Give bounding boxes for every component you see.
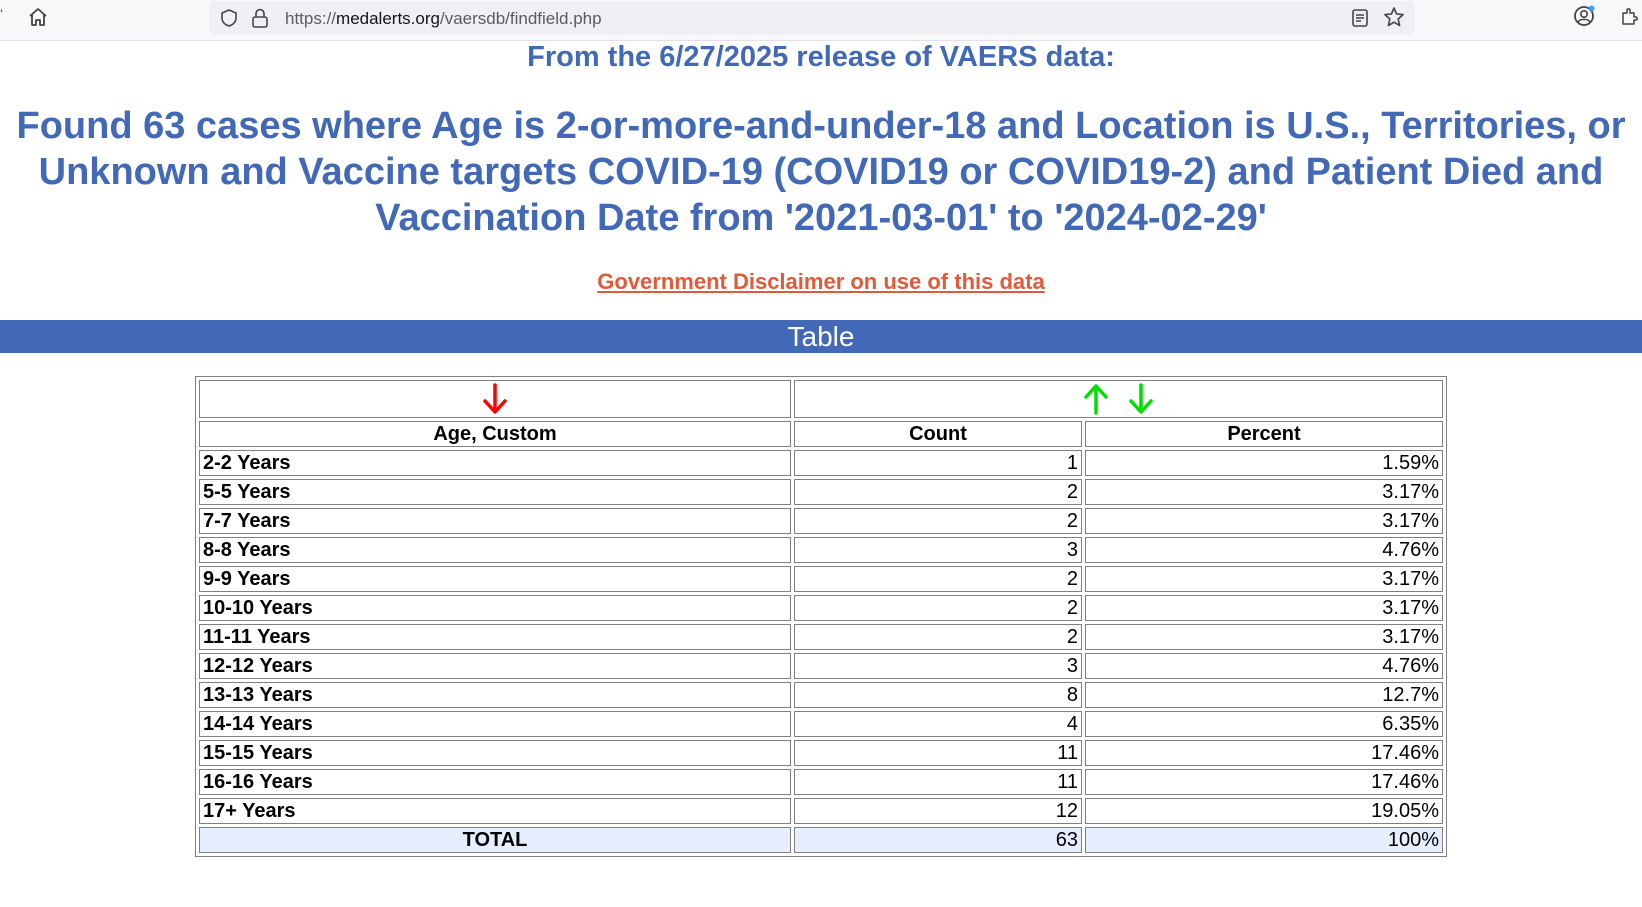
table-row: 2-2 Years 1 1.59% [199, 450, 1443, 476]
age-cell: 13-13 Years [199, 682, 791, 708]
percent-cell: 3.17% [1085, 508, 1443, 534]
sidebar-edge-icon[interactable]: ʻ [0, 6, 3, 22]
percent-cell: 17.46% [1085, 769, 1443, 795]
column-header-age: Age, Custom [199, 421, 791, 447]
percent-cell: 3.17% [1085, 479, 1443, 505]
count-cell: 2 [794, 508, 1082, 534]
lock-icon[interactable] [251, 7, 269, 29]
browser-toolbar: ʻ https://medalerts.org/vaersdb/findfiel… [0, 0, 1642, 41]
total-label: TOTAL [199, 827, 791, 853]
url-text: https://medalerts.org/vaersdb/findfield.… [285, 9, 602, 28]
total-count: 63 [794, 827, 1082, 853]
total-row: TOTAL 63 100% [199, 827, 1443, 853]
table-body: 2-2 Years 1 1.59% 5-5 Years 2 3.17% 7-7 Years 2… [199, 450, 1443, 824]
percent-cell: 4.76% [1085, 537, 1443, 563]
age-cell: 10-10 Years [199, 595, 791, 621]
age-cell: 17+ Years [199, 798, 791, 824]
percent-cell: 3.17% [1085, 566, 1443, 592]
table-row: 9-9 Years 2 3.17% [199, 566, 1443, 592]
total-percent: 100% [1085, 827, 1443, 853]
results-table: Age, Custom Count Percent 2-2 Years 1 1.59… [195, 376, 1447, 857]
table-row: 11-11 Years 2 3.17% [199, 624, 1443, 650]
table-header-row: Age, Custom Count Percent [199, 421, 1443, 447]
count-cell: 8 [794, 682, 1082, 708]
age-cell: 16-16 Years [199, 769, 791, 795]
count-cell: 11 [794, 769, 1082, 795]
percent-cell: 17.46% [1085, 740, 1443, 766]
table-row: 7-7 Years 2 3.17% [199, 508, 1443, 534]
shield-icon[interactable] [219, 8, 239, 28]
percent-cell: 4.76% [1085, 653, 1443, 679]
table-row: 15-15 Years 11 17.46% [199, 740, 1443, 766]
count-cell: 2 [794, 624, 1082, 650]
count-cell: 3 [794, 653, 1082, 679]
age-cell: 7-7 Years [199, 508, 791, 534]
account-icon[interactable] [1572, 4, 1596, 28]
results-summary-heading: Found 63 cases where Age is 2-or-more-an… [16, 105, 1626, 239]
count-cell: 2 [794, 595, 1082, 621]
table-section-band: Table [0, 320, 1642, 353]
table-row: 17+ Years 12 19.05% [199, 798, 1443, 824]
count-cell: 4 [794, 711, 1082, 737]
count-cell: 1 [794, 450, 1082, 476]
release-heading: From the 6/27/2025 release of VAERS data… [527, 41, 1115, 73]
column-header-percent: Percent [1085, 421, 1443, 447]
extensions-icon[interactable] [1620, 6, 1640, 26]
table-row: 16-16 Years 11 17.46% [199, 769, 1443, 795]
age-cell: 2-2 Years [199, 450, 791, 476]
table-row: 8-8 Years 3 4.76% [199, 537, 1443, 563]
sort-descending-arrow-icon[interactable] [482, 382, 508, 416]
percent-cell: 1.59% [1085, 450, 1443, 476]
percent-cell: 3.17% [1085, 624, 1443, 650]
age-cell: 5-5 Years [199, 479, 791, 505]
sort-descending-arrow-icon[interactable] [1128, 382, 1154, 416]
table-row: 12-12 Years 3 4.76% [199, 653, 1443, 679]
percent-cell: 6.35% [1085, 711, 1443, 737]
count-cell: 3 [794, 537, 1082, 563]
sort-ascending-arrow-icon[interactable] [1083, 382, 1109, 416]
age-cell: 11-11 Years [199, 624, 791, 650]
percent-cell: 12.7% [1085, 682, 1443, 708]
reader-view-icon[interactable] [1351, 8, 1369, 28]
age-sort-cell [199, 380, 791, 418]
age-cell: 8-8 Years [199, 537, 791, 563]
table-row: 10-10 Years 2 3.17% [199, 595, 1443, 621]
table-row: 5-5 Years 2 3.17% [199, 479, 1443, 505]
home-icon[interactable] [27, 6, 49, 28]
count-cell: 12 [794, 798, 1082, 824]
percent-cell: 19.05% [1085, 798, 1443, 824]
count-sort-cell [794, 380, 1443, 418]
percent-cell: 3.17% [1085, 595, 1443, 621]
table-row: 13-13 Years 8 12.7% [199, 682, 1443, 708]
age-cell: 12-12 Years [199, 653, 791, 679]
count-cell: 2 [794, 566, 1082, 592]
age-cell: 15-15 Years [199, 740, 791, 766]
age-cell: 9-9 Years [199, 566, 791, 592]
count-cell: 11 [794, 740, 1082, 766]
address-bar[interactable]: https://medalerts.org/vaersdb/findfield.… [209, 1, 1415, 35]
column-header-count: Count [794, 421, 1082, 447]
bookmark-star-icon[interactable] [1383, 6, 1405, 28]
count-cell: 2 [794, 479, 1082, 505]
age-cell: 14-14 Years [199, 711, 791, 737]
sort-controls-row [199, 380, 1443, 418]
table-row: 14-14 Years 4 6.35% [199, 711, 1443, 737]
government-disclaimer-link[interactable]: Government Disclaimer on use of this dat… [0, 268, 1642, 296]
